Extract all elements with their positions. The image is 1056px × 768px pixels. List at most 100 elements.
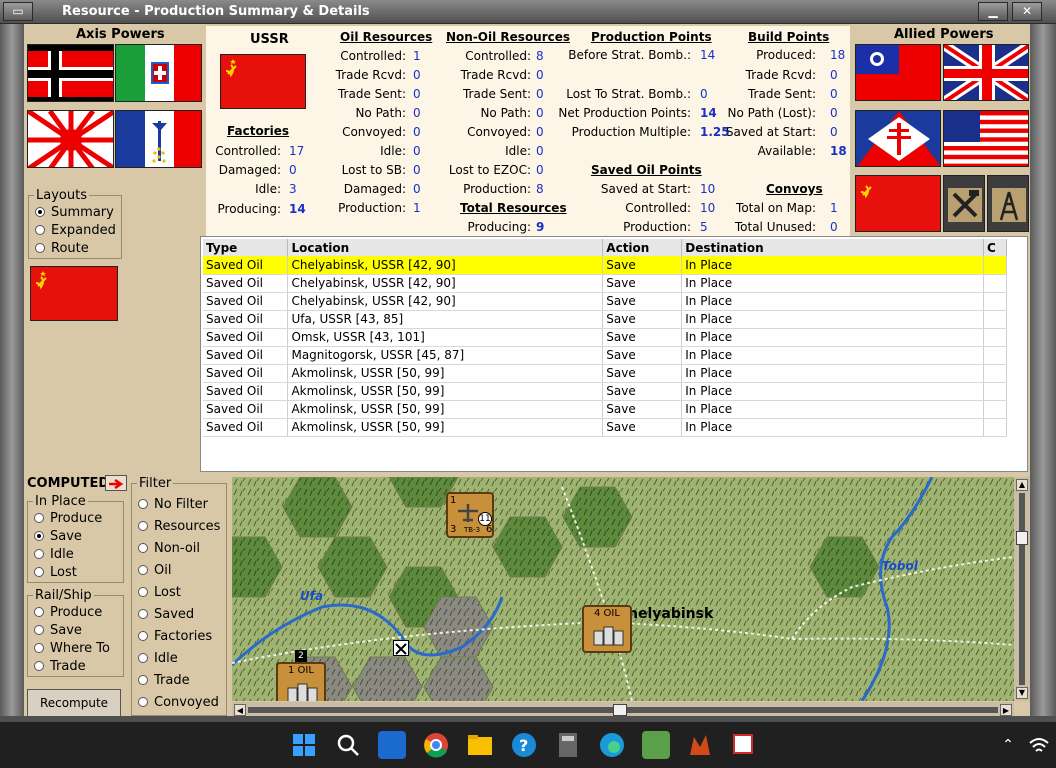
map-view[interactable]: Ufa Tobol helyabinsk 1 3 6 TB-3 11 4 OIL… bbox=[232, 477, 1014, 701]
help-icon[interactable]: ? bbox=[510, 731, 538, 759]
convoys-total-map: 1 bbox=[830, 201, 838, 215]
recompute-button[interactable]: Recompute bbox=[27, 689, 121, 717]
computed-toggle-button[interactable] bbox=[105, 475, 127, 491]
minimize-button[interactable]: ▁ bbox=[978, 2, 1008, 21]
inplace-produce-radio[interactable]: Produce bbox=[34, 511, 102, 526]
scroll-right-arrow-icon[interactable]: ▶ bbox=[1000, 704, 1012, 716]
table-row[interactable]: Saved Oil Chelyabinsk, USSR [42, 90] Save I… bbox=[203, 292, 1008, 311]
flag-uk[interactable] bbox=[943, 44, 1029, 101]
col-type[interactable]: Type bbox=[203, 239, 289, 256]
nonoil-idle-label: Idle: bbox=[505, 144, 531, 158]
col-action[interactable]: Action bbox=[602, 239, 683, 256]
map-vertical-scrollbar[interactable]: ▲ ▼ bbox=[1014, 477, 1030, 701]
edge-icon[interactable] bbox=[598, 731, 626, 759]
table-row[interactable]: Saved Oil Akmolinsk, USSR [50, 99] Save In … bbox=[203, 382, 1008, 401]
oil-trade-sent-label: Trade Sent: bbox=[337, 87, 406, 101]
oil-controlled: 1 bbox=[413, 49, 421, 63]
railship-produce-radio[interactable]: Produce bbox=[34, 605, 102, 620]
oil-controlled-label: Controlled: bbox=[340, 49, 406, 63]
wifi-icon[interactable] bbox=[1028, 731, 1050, 759]
table-cell: Saved Oil bbox=[203, 328, 289, 347]
filter-radio-non-oil[interactable]: Non-oil bbox=[138, 541, 200, 556]
game-app-icon[interactable] bbox=[686, 731, 714, 759]
railship-trade-radio[interactable]: Trade bbox=[34, 659, 86, 674]
railship-where-to-radio[interactable]: Where To bbox=[34, 641, 110, 656]
filter-radio-trade[interactable]: Trade bbox=[138, 673, 190, 688]
oil-counter-ufa[interactable]: 1 OIL bbox=[276, 662, 326, 701]
unit-badge: 11 bbox=[478, 512, 492, 526]
layout-summary-radio[interactable]: Summary bbox=[35, 205, 114, 220]
tray-chevron-up-icon[interactable]: ⌃ bbox=[998, 731, 1018, 759]
calculator-icon[interactable] bbox=[554, 731, 582, 759]
nonoil-convoyed: 0 bbox=[536, 125, 544, 139]
flag-ussr-allied[interactable] bbox=[855, 175, 941, 232]
inplace-idle-radio[interactable]: Idle bbox=[34, 547, 74, 562]
layout-route-radio[interactable]: Route bbox=[35, 241, 89, 256]
inplace-lost-radio[interactable]: Lost bbox=[34, 565, 77, 580]
bp-available-label: Available: bbox=[757, 144, 816, 158]
table-cell: Saved Oil bbox=[203, 346, 289, 365]
factory-hammer-icon[interactable] bbox=[943, 175, 985, 232]
flag-usa[interactable] bbox=[943, 110, 1029, 167]
table-row[interactable]: Saved Oil Chelyabinsk, USSR [42, 90] Save I… bbox=[203, 256, 1008, 275]
oil-derrick-icon[interactable] bbox=[987, 175, 1029, 232]
table-cell: Saved Oil bbox=[203, 382, 289, 401]
col-c[interactable]: C bbox=[983, 239, 1008, 256]
table-row[interactable]: Saved Oil Omsk, USSR [43, 101] Save In Plac… bbox=[203, 328, 1008, 347]
flag-china[interactable] bbox=[855, 44, 941, 101]
factory-marker-icon[interactable] bbox=[393, 640, 409, 656]
filter-radio-no-filter[interactable]: No Filter bbox=[138, 497, 208, 512]
oil-counter-chelyabinsk[interactable]: 4 OIL bbox=[582, 605, 632, 653]
flag-germany[interactable] bbox=[27, 44, 114, 102]
close-button[interactable]: ✕ bbox=[1012, 2, 1042, 21]
scroll-thumb[interactable] bbox=[613, 704, 627, 716]
system-menu-button[interactable]: ▭ bbox=[3, 2, 33, 21]
filter-radio-factories[interactable]: Factories bbox=[138, 629, 212, 644]
table-row[interactable]: Saved Oil Akmolinsk, USSR [50, 99] Save In … bbox=[203, 400, 1008, 419]
filter-radio-resources[interactable]: Resources bbox=[138, 519, 220, 534]
table-cell: In Place bbox=[681, 364, 984, 383]
scroll-left-arrow-icon[interactable]: ◀ bbox=[234, 704, 246, 716]
file-explorer-icon[interactable] bbox=[466, 731, 494, 759]
col-destination[interactable]: Destination bbox=[681, 239, 984, 256]
table-row[interactable]: Saved Oil Akmolinsk, USSR [50, 99] Save In … bbox=[203, 418, 1008, 437]
flag-italy[interactable] bbox=[115, 44, 202, 102]
hex-map[interactable] bbox=[232, 477, 1014, 701]
library-app-icon[interactable] bbox=[642, 731, 670, 759]
scroll-down-arrow-icon[interactable]: ▼ bbox=[1016, 687, 1028, 699]
computed-label: COMPUTED bbox=[27, 476, 110, 491]
map-label-tobol: Tobol bbox=[882, 559, 918, 573]
filter-caption: Filter bbox=[137, 476, 174, 491]
snipping-tool-icon[interactable] bbox=[730, 731, 758, 759]
window-frame-left bbox=[0, 24, 24, 722]
scroll-track[interactable] bbox=[1019, 493, 1025, 685]
flag-free-france[interactable] bbox=[855, 110, 941, 167]
filter-radio-convoyed[interactable]: Convoyed bbox=[138, 695, 219, 710]
search-icon[interactable] bbox=[334, 731, 362, 759]
air-unit-counter[interactable]: 1 3 6 TB-3 11 bbox=[446, 492, 494, 538]
railship-save-radio[interactable]: Save bbox=[34, 623, 82, 638]
radio-icon bbox=[138, 675, 148, 685]
inplace-save-radio[interactable]: Save bbox=[34, 529, 82, 544]
myhp-app-icon[interactable] bbox=[378, 731, 406, 759]
production-points-title: Production Points bbox=[591, 30, 712, 44]
filter-radio-idle[interactable]: Idle bbox=[138, 651, 178, 666]
layout-expanded-radio[interactable]: Expanded bbox=[35, 223, 116, 238]
col-location[interactable]: Location bbox=[287, 239, 604, 256]
bp-nopath: 0 bbox=[830, 106, 838, 120]
table-row[interactable]: Saved Oil Magnitogorsk, USSR [45, 87] Save… bbox=[203, 346, 1008, 365]
filter-radio-oil[interactable]: Oil bbox=[138, 563, 171, 578]
flag-vichy-france[interactable] bbox=[115, 110, 202, 168]
filter-radio-lost[interactable]: Lost bbox=[138, 585, 181, 600]
table-row[interactable]: Saved Oil Ufa, USSR [43, 85] Save In Place bbox=[203, 310, 1008, 329]
scroll-thumb[interactable] bbox=[1016, 531, 1028, 545]
filter-radio-saved[interactable]: Saved bbox=[138, 607, 194, 622]
flag-japan[interactable] bbox=[27, 110, 114, 168]
table-row[interactable]: Saved Oil Akmolinsk, USSR [50, 99] Save In … bbox=[203, 364, 1008, 383]
start-windows-icon[interactable] bbox=[290, 731, 318, 759]
table-cell: Saved Oil bbox=[203, 274, 289, 293]
table-row[interactable]: Saved Oil Chelyabinsk, USSR [42, 90] Save I… bbox=[203, 274, 1008, 293]
chrome-icon[interactable] bbox=[422, 731, 450, 759]
flag-ussr-active[interactable] bbox=[30, 266, 118, 321]
scroll-up-arrow-icon[interactable]: ▲ bbox=[1016, 479, 1028, 491]
